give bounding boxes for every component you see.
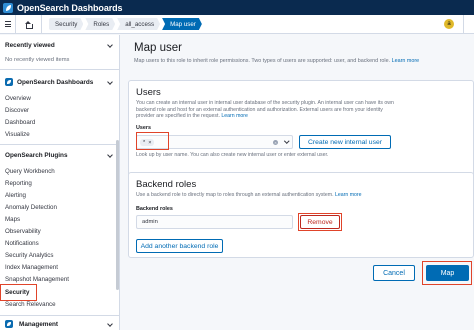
side-nav: Recently viewed No recently viewed items…	[0, 35, 120, 330]
chevron-down-icon[interactable]	[107, 321, 113, 327]
cancel-button[interactable]: Cancel	[373, 265, 415, 281]
breadcrumb-all-access[interactable]: all_access	[117, 18, 160, 30]
opensearch-dashboards-icon	[5, 78, 13, 86]
users-panel-description: You can create an internal user in inter…	[136, 100, 396, 120]
sidebar-item-alerting[interactable]: Alerting	[5, 192, 26, 199]
backend-roles-description: Use a backend role to directly map to ro…	[136, 192, 396, 199]
users-panel-description-text: You can create an internal user in inter…	[136, 100, 394, 120]
users-highlight-box	[136, 132, 169, 150]
sidebar-item-discover[interactable]: Discover	[5, 107, 29, 114]
clear-icon[interactable]: ×	[273, 140, 278, 145]
chevron-down-icon[interactable]	[107, 42, 113, 48]
sidebar-item-dashboard[interactable]: Dashboard	[5, 119, 35, 126]
sidebar-item-notifications[interactable]: Notifications	[5, 240, 39, 247]
top-header: OpenSearch Dashboards	[0, 0, 474, 15]
home-icon	[25, 20, 33, 29]
sidebar-item-index-management[interactable]: Index Management	[5, 264, 58, 271]
divider	[0, 69, 119, 70]
recently-viewed-empty: No recently viewed items	[5, 57, 70, 63]
add-backend-role-button[interactable]: Add another backend role	[136, 239, 223, 253]
plugins-section-heading[interactable]: OpenSearch Plugins	[5, 152, 68, 159]
breadcrumb-map-user: Map user	[162, 18, 202, 30]
map-highlight-box	[422, 261, 472, 285]
dashboards-section-heading[interactable]: OpenSearch Dashboards	[17, 79, 93, 86]
chevron-down-icon[interactable]	[107, 152, 113, 158]
backend-role-input[interactable]: admin	[136, 215, 293, 229]
backend-roles-panel-title: Backend roles	[136, 179, 197, 190]
breadcrumb: Security Roles all_access Map user	[49, 18, 204, 30]
backend-roles-field-label: Backend roles	[136, 206, 173, 212]
main-content: Map user Map users to this role to inher…	[128, 35, 474, 330]
header-divider	[463, 15, 464, 33]
hamburger-icon-line	[4, 23, 11, 25]
breadcrumb-security[interactable]: Security	[49, 18, 83, 30]
remove-highlight-box	[298, 213, 342, 231]
breadcrumb-roles[interactable]: Roles	[85, 18, 115, 30]
sidebar-item-reporting[interactable]: Reporting	[5, 180, 32, 187]
home-button[interactable]	[16, 15, 42, 33]
hamburger-icon-line	[4, 26, 11, 27]
users-field-label: Users	[136, 125, 151, 131]
sidebar-item-search-relevance[interactable]: Search Relevance	[5, 301, 56, 308]
hamburger-icon	[4, 21, 11, 22]
management-icon	[5, 320, 13, 328]
sidebar-item-maps[interactable]: Maps	[5, 216, 20, 223]
menu-toggle-button[interactable]	[0, 15, 16, 33]
management-section: Management	[0, 315, 119, 330]
recently-viewed-heading[interactable]: Recently viewed	[5, 42, 55, 49]
chevron-down-icon[interactable]	[107, 79, 113, 85]
divider	[0, 144, 119, 145]
sidebar-item-snapshot-management[interactable]: Snapshot Management	[5, 276, 69, 283]
sidebar-item-observability[interactable]: Observability	[5, 228, 41, 235]
opensearch-logo-icon[interactable]	[3, 2, 13, 13]
learn-more-link[interactable]: Learn more	[392, 58, 420, 64]
sidebar-item-overview[interactable]: Overview	[5, 95, 31, 102]
sidebar-scrollbar[interactable]	[116, 140, 119, 290]
users-panel-title: Users	[136, 87, 161, 98]
backend-roles-description-text: Use a backend role to directly map to ro…	[136, 192, 334, 198]
avatar[interactable]: a	[444, 19, 454, 29]
users-learn-more-link[interactable]: Learn more	[221, 113, 248, 119]
page-description: Map users to this role to inherit role p…	[134, 58, 419, 64]
management-heading[interactable]: Management	[19, 321, 58, 328]
users-help-text: Look up by user name. You can also creat…	[136, 152, 329, 158]
sidebar-item-security-analytics[interactable]: Security Analytics	[5, 252, 54, 259]
breadcrumb-bar: Security Roles all_access Map user a	[0, 15, 474, 34]
page-title: Map user	[134, 42, 182, 54]
backend-learn-more-link[interactable]: Learn more	[335, 192, 362, 198]
security-highlight-box	[0, 284, 37, 301]
create-internal-user-button[interactable]: Create new internal user	[299, 135, 391, 149]
app-title[interactable]: OpenSearch Dashboards	[17, 3, 123, 13]
page-description-text: Map users to this role to inherit role p…	[134, 58, 391, 64]
sidebar-item-query-workbench[interactable]: Query Workbench	[5, 168, 55, 175]
sidebar-item-visualize[interactable]: Visualize	[5, 131, 30, 138]
chevron-down-icon[interactable]	[283, 138, 289, 144]
sidebar-item-anomaly-detection[interactable]: Anomaly Detection	[5, 204, 57, 211]
